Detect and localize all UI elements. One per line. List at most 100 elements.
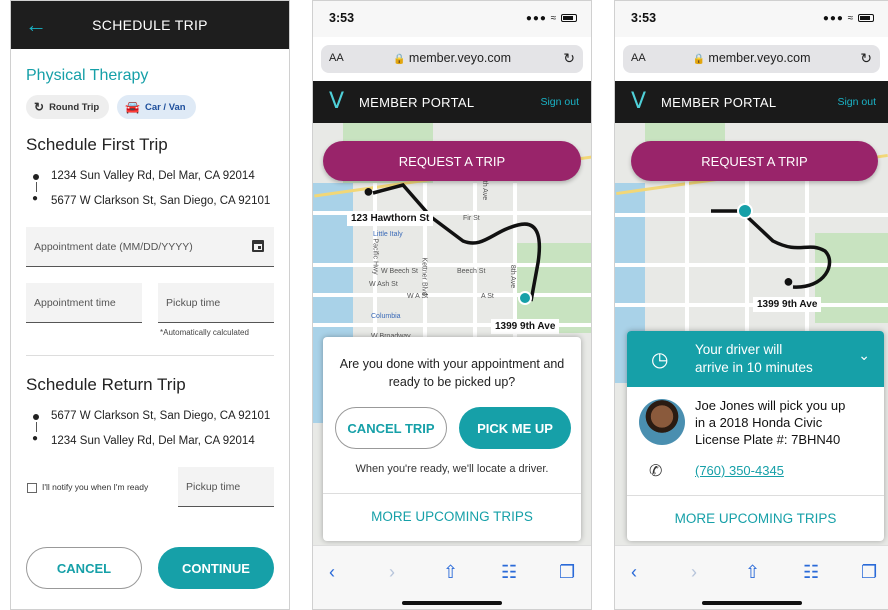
- clock: 3:53: [329, 11, 355, 25]
- home-indicator: [701, 601, 802, 605]
- driver-location-icon: [737, 203, 753, 219]
- status-bar: 3:53 ●●● ≈: [313, 1, 591, 37]
- cancel-button[interactable]: CANCEL: [26, 547, 142, 589]
- car-van-label: Car / Van: [144, 101, 186, 113]
- veyo-logo-icon: V: [329, 89, 345, 114]
- back-icon[interactable]: ‹: [631, 562, 637, 583]
- schedule-trip-screen: ← SCHEDULE TRIP Physical Therapy ↻ Round…: [10, 0, 290, 610]
- address-bar[interactable]: AA 🔒 member.veyo.com ↻: [623, 45, 880, 73]
- driver-phone-link[interactable]: (760) 350-4345: [695, 463, 784, 478]
- return-trip-title: Schedule Return Trip: [26, 375, 186, 394]
- appointment-time-placeholder: Appointment time: [34, 296, 116, 309]
- section-divider: [26, 355, 274, 356]
- driver-eta-banner[interactable]: ◷ Your driver will arrive in 10 minutes …: [627, 331, 884, 387]
- driver-msg-line-1: Your driver will: [695, 342, 783, 357]
- request-trip-button[interactable]: REQUEST A TRIP: [631, 141, 878, 181]
- share-icon[interactable]: ⇧: [745, 562, 760, 583]
- first-trip-to: 5677 W Clarkson St, San Diego, CA 92101: [51, 195, 271, 207]
- driver-card: ◷ Your driver will arrive in 10 minutes …: [627, 331, 884, 541]
- portal-header: V MEMBER PORTAL Sign out: [615, 81, 888, 123]
- driver-car-line: in a 2018 Honda Civic: [695, 415, 823, 430]
- browser-toolbar: ‹ › ⇧ ☷ ❐: [615, 545, 888, 609]
- destination-label: 1399 9th Ave: [753, 297, 822, 312]
- round-trip-chip[interactable]: ↻ Round Trip: [26, 95, 110, 119]
- signal-wifi-battery-icon: ●●● ≈: [823, 13, 874, 24]
- tabs-icon[interactable]: ❐: [861, 562, 877, 583]
- car-icon: 🚘: [125, 100, 140, 114]
- driver-msg-line-2: arrive in 10 minutes: [695, 360, 813, 375]
- car-van-chip[interactable]: 🚘 Car / Van: [117, 95, 196, 119]
- chevron-down-icon[interactable]: ⌄: [858, 347, 870, 364]
- reload-icon[interactable]: ↻: [860, 50, 872, 67]
- appointment-time-field[interactable]: Appointment time: [26, 283, 142, 323]
- address-bar[interactable]: AA 🔒 member.veyo.com ↻: [321, 45, 583, 73]
- pickup-time-placeholder: Pickup time: [166, 296, 221, 309]
- origin-dot-icon: [33, 414, 39, 420]
- calendar-icon[interactable]: [252, 240, 264, 252]
- locate-driver-tip: When you're ready, we'll locate a driver…: [355, 463, 549, 475]
- swap-icon: ↻: [34, 100, 45, 114]
- origin-pin-icon: ●: [363, 181, 374, 201]
- destination-pin-icon: [518, 291, 532, 305]
- url-text: member.veyo.com: [708, 51, 811, 65]
- trip-purpose: Physical Therapy: [26, 67, 149, 84]
- forward-icon: ›: [389, 562, 395, 582]
- auto-calculated-note: *Automatically calculated: [160, 328, 249, 337]
- sign-out-link[interactable]: Sign out: [837, 96, 876, 108]
- card-divider: [627, 495, 884, 496]
- forward-icon: ›: [691, 562, 697, 582]
- schedule-trip-header: ← SCHEDULE TRIP: [11, 1, 289, 49]
- sign-out-link[interactable]: Sign out: [540, 96, 579, 108]
- request-trip-button[interactable]: REQUEST A TRIP: [323, 141, 581, 181]
- destination-label: 1399 9th Ave: [491, 319, 560, 334]
- return-trip-to: 1234 Sun Valley Rd, Del Mar, CA 92014: [51, 435, 255, 447]
- alarm-clock-icon: ◷: [651, 349, 669, 371]
- appointment-date-field[interactable]: Appointment date (MM/DD/YYYY): [26, 227, 274, 267]
- veyo-logo-icon: V: [631, 89, 647, 114]
- arrow-left-icon[interactable]: ←: [25, 13, 49, 37]
- lock-icon: 🔒: [692, 54, 705, 65]
- bookmarks-icon[interactable]: ☷: [501, 562, 517, 583]
- appointment-date-placeholder: Appointment date (MM/DD/YYYY): [34, 240, 193, 253]
- return-pickup-time-field[interactable]: Pickup time: [178, 467, 274, 507]
- pick-me-up-button[interactable]: PICK ME UP: [459, 407, 571, 449]
- pickup-time-field[interactable]: Pickup time: [158, 283, 274, 323]
- notify-checkbox[interactable]: [27, 483, 37, 493]
- first-trip-title: Schedule First Trip: [26, 135, 168, 154]
- home-indicator: [402, 601, 502, 605]
- destination-pin-icon: ●: [783, 271, 794, 291]
- notify-label: I'll notify you when I'm ready: [42, 482, 149, 492]
- card-divider: [323, 493, 581, 494]
- cancel-trip-button[interactable]: CANCEL TRIP: [335, 407, 447, 449]
- more-upcoming-trips-link[interactable]: MORE UPCOMING TRIPS: [627, 511, 884, 526]
- driver-avatar: [639, 399, 685, 445]
- share-icon[interactable]: ⇧: [443, 562, 458, 583]
- portal-header: V MEMBER PORTAL Sign out: [313, 81, 591, 123]
- bookmarks-icon[interactable]: ☷: [803, 562, 819, 583]
- route-line: [35, 182, 37, 192]
- signal-wifi-battery-icon: ●●● ≈: [526, 13, 577, 24]
- pin-icon: ●: [32, 193, 39, 204]
- round-trip-label: Round Trip: [49, 101, 100, 113]
- clock: 3:53: [631, 11, 657, 25]
- back-icon[interactable]: ‹: [329, 562, 335, 583]
- return-trip-from: 5677 W Clarkson St, San Diego, CA 92101: [51, 410, 271, 422]
- reload-icon[interactable]: ↻: [563, 50, 575, 67]
- tabs-icon[interactable]: ❐: [559, 562, 575, 583]
- pin-icon: ●: [32, 433, 39, 444]
- portal-title: MEMBER PORTAL: [359, 95, 475, 110]
- pickup-request-screen: 3:53 ●●● ≈ AA 🔒 member.veyo.com ↻ V MEMB…: [312, 0, 592, 610]
- driver-arriving-screen: 3:53 ●●● ≈ AA 🔒 member.veyo.com ↻ V MEMB…: [614, 0, 888, 610]
- lock-icon: 🔒: [392, 54, 406, 65]
- continue-button[interactable]: CONTINUE: [158, 547, 274, 589]
- origin-dot-icon: [33, 174, 39, 180]
- pickup-prompt-card: Are you done with your appointment and r…: [323, 337, 581, 541]
- portal-title: MEMBER PORTAL: [661, 95, 777, 110]
- more-upcoming-trips-link[interactable]: MORE UPCOMING TRIPS: [323, 509, 581, 524]
- browser-toolbar: ‹ › ⇧ ☷ ❐: [313, 545, 591, 609]
- phone-icon: ✆: [649, 463, 663, 480]
- driver-plate-line: License Plate #: 7BHN40: [695, 432, 841, 447]
- status-bar: 3:53 ●●● ≈: [615, 1, 888, 37]
- page-title: SCHEDULE TRIP: [92, 17, 208, 33]
- pickup-question: Are you done with your appointment and r…: [339, 357, 565, 389]
